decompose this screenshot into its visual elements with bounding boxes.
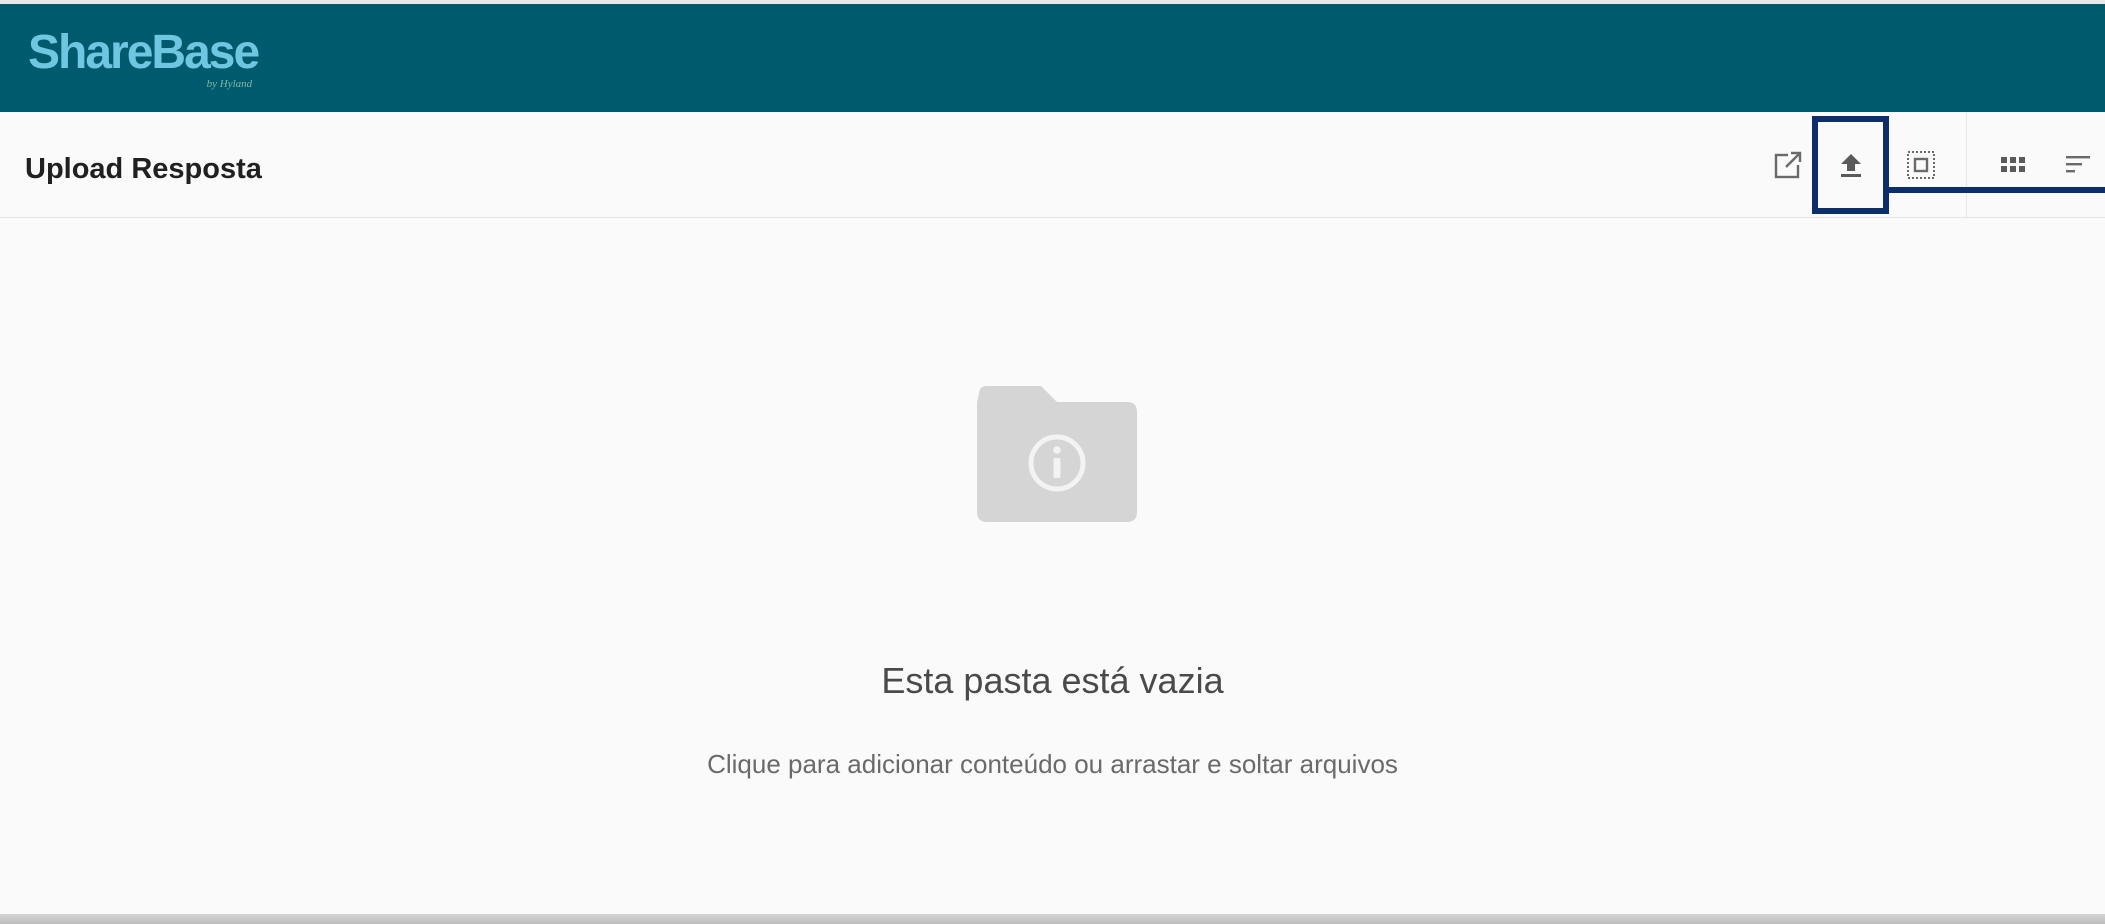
grid-view-icon	[2001, 157, 2025, 172]
empty-state-title: Esta pasta está vazia	[881, 660, 1224, 701]
open-external-button[interactable]	[1765, 142, 1811, 188]
folder-toolbar: Upload Resposta	[0, 112, 2105, 218]
select-all-button[interactable]	[1898, 142, 1944, 188]
folder-title: Upload Resposta	[25, 153, 262, 185]
logo-text: ShareBase	[28, 26, 260, 79]
open-external-icon	[1774, 151, 1802, 179]
sort-icon	[2066, 156, 2090, 173]
upload-highlight-box	[1812, 116, 1889, 214]
sharebase-logo[interactable]: ShareBase by Hyland	[28, 26, 260, 90]
app-header: ShareBase by Hyland	[0, 0, 2105, 112]
empty-state-subtitle: Clique para adicionar conteúdo ou arrast…	[707, 749, 1398, 779]
bottom-edge-bar	[0, 914, 2105, 924]
highlight-callout-line	[1886, 187, 2105, 193]
logo-subtext: by Hyland	[206, 78, 253, 90]
sort-button[interactable]	[2055, 142, 2101, 188]
select-all-icon	[1907, 151, 1935, 179]
toolbar-divider	[1966, 112, 1967, 217]
empty-folder-area[interactable]: Esta pasta está vazia Clique para adicio…	[0, 218, 2105, 918]
folder-info-icon	[977, 386, 1137, 522]
grid-view-button[interactable]	[1990, 142, 2036, 188]
